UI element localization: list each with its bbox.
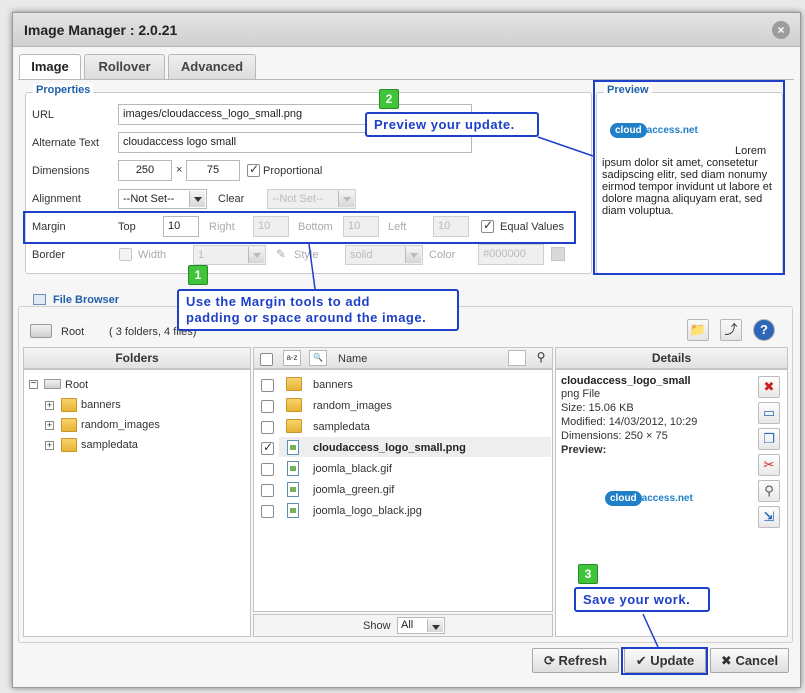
step-1-text-line2: padding or space around the image. bbox=[186, 310, 427, 325]
step-2-badge: 2 bbox=[379, 89, 399, 109]
step-1-badge: 1 bbox=[188, 265, 208, 285]
step-1-text-line1: Use the Margin tools to add bbox=[186, 294, 370, 309]
image-manager-dialog: Image Manager : 2.0.21 × Image Rollover … bbox=[12, 12, 801, 688]
step-2-callout: Preview your update. bbox=[365, 112, 539, 137]
step-3-callout: Save your work. bbox=[574, 587, 710, 612]
step-1-callout: Use the Margin tools to add padding or s… bbox=[177, 289, 459, 331]
step-3-badge: 3 bbox=[578, 564, 598, 584]
